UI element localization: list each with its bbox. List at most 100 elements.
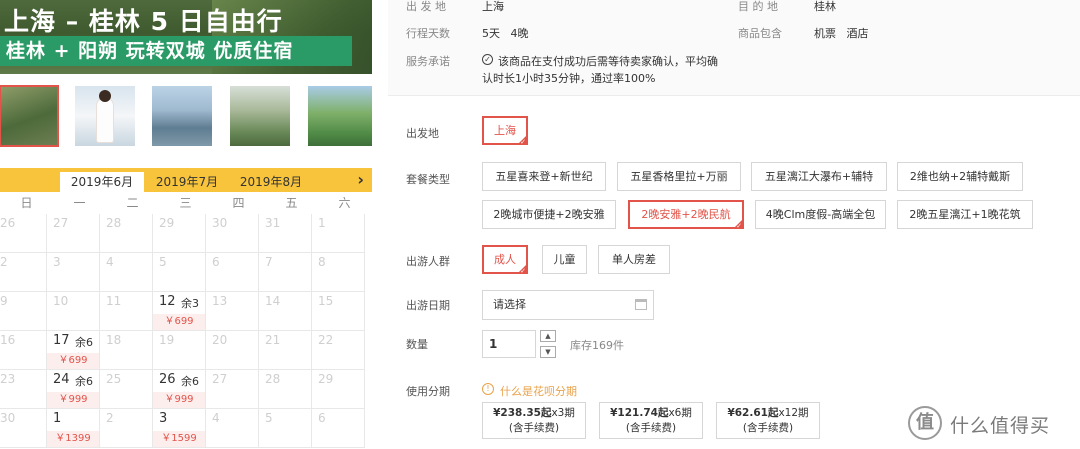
calendar-day-number: 29	[159, 216, 175, 230]
calendar-day-number: 27	[53, 216, 69, 230]
calendar-day-cell: 4	[206, 409, 259, 448]
banner-subtitle: 桂林 + 阳朔 玩转双城 优质住宿	[0, 36, 352, 66]
calendar-day-cell: 6	[312, 409, 365, 448]
installment-field-label: 使用分期	[406, 385, 450, 398]
calendar-day-number: 8	[318, 255, 326, 269]
calendar-day-price: ￥999	[153, 392, 205, 408]
calendar-day-price: ￥999	[47, 392, 99, 408]
traveler-option-child[interactable]: 儿童	[542, 245, 587, 274]
calendar-day-number: 1	[53, 411, 62, 426]
watermark-text: 什么值得买	[950, 415, 1051, 437]
calendar-day-number: 16	[0, 333, 16, 347]
weekday-label: 一	[73, 196, 86, 210]
weekday-label: 三	[179, 196, 192, 210]
package-option-6-label: 2晚安雅+2晚民航	[641, 208, 731, 221]
package-option-5[interactable]: 2晚城市便捷+2晚安雅	[482, 200, 616, 229]
package-option-6[interactable]: 2晚安雅+2晚民航 ✓	[628, 200, 744, 230]
package-option-2[interactable]: 五星香格里拉+万丽	[617, 162, 741, 191]
package-field-label: 套餐类型	[406, 173, 450, 186]
installment-plan-6[interactable]: ¥121.74起x6期 (含手续费)	[599, 402, 703, 439]
quantity-input[interactable]: 1	[482, 330, 536, 358]
calendar-icon[interactable]	[635, 299, 647, 310]
calendar-day-cell: 31	[259, 214, 312, 253]
calendar-day-number: 13	[212, 294, 228, 308]
calendar-day-number: 30	[212, 216, 228, 230]
calendar-day-cell: 16	[0, 331, 47, 370]
calendar-day-cell: 26	[0, 214, 47, 253]
departure-info-label: 出 发 地	[406, 0, 446, 13]
thumbnail-woman-beach[interactable]	[75, 86, 135, 146]
calendar-day-cell[interactable]: 17余6件￥699	[47, 331, 100, 370]
calendar-day-cell: 10	[47, 292, 100, 331]
calendar-day-cell[interactable]: 26余6件￥999	[153, 370, 206, 409]
thumbnail-karst-village[interactable]	[0, 85, 59, 147]
thumbnail-li-river[interactable]	[152, 86, 212, 146]
calendar-day-cell: 5	[259, 409, 312, 448]
tab-month-august[interactable]: 2019年8月	[230, 172, 312, 192]
calendar-day-cell: 4	[100, 253, 153, 292]
calendar-day-number: 17	[53, 333, 70, 348]
calendar-day-number: 3	[53, 255, 61, 269]
calendar-day-cell: 14	[259, 292, 312, 331]
calendar-day-cell: 29	[312, 370, 365, 409]
installment-plan-6-fee: (含手续费)	[625, 422, 677, 434]
calendar-day-number: 2	[106, 411, 114, 425]
installment-plan-3-price: ¥238.35起	[493, 407, 552, 419]
calendar-day-number: 15	[318, 294, 334, 308]
package-option-3[interactable]: 五星漓江大瀑布+辅特	[751, 162, 887, 191]
calendar-day-number: 31	[265, 216, 281, 230]
installment-plan-12-price: ¥62.61起	[727, 407, 779, 419]
calendar-day-number: 21	[265, 333, 281, 347]
calendar-day-cell: 19	[153, 331, 206, 370]
calendar-day-cell: 9	[0, 292, 47, 331]
days-info-label: 行程天数	[406, 27, 450, 40]
calendar-day-cell: 28	[259, 370, 312, 409]
calendar-day-number: 9	[0, 294, 8, 308]
installment-plan-3[interactable]: ¥238.35起x3期 (含手续费)	[482, 402, 586, 439]
installment-plan-6-amount: ¥121.74起x6期	[600, 406, 702, 421]
calendar-day-cell: 27	[206, 370, 259, 409]
calendar-day-cell[interactable]: 3 ￥1599	[153, 409, 206, 448]
calendar-day-cell: 2	[100, 409, 153, 448]
installment-plan-3-fee: (含手续费)	[508, 422, 560, 434]
thumbnail-river-hills[interactable]	[308, 86, 372, 146]
quantity-decrease-icon[interactable]: ▼	[540, 346, 556, 358]
banner-title: 上海 – 桂林 5 日自由行	[4, 7, 283, 36]
chevron-right-icon[interactable]: ›	[357, 168, 364, 192]
thumbnail-fisherman[interactable]	[230, 86, 290, 146]
installment-plan-12[interactable]: ¥62.61起x12期 (含手续费)	[716, 402, 820, 439]
thumbnail-figure	[97, 98, 113, 142]
calendar-day-number: 20	[212, 333, 228, 347]
tab-month-june[interactable]: 2019年6月	[60, 172, 144, 192]
departure-info-value: 上海	[482, 0, 504, 13]
weekday-label: 六	[338, 196, 351, 210]
calendar-month-bar: 2019年6月 2019年7月 2019年8月 ›	[0, 168, 372, 192]
promise-text-line2: 认时长1小时35分钟，通过率100%	[482, 72, 656, 85]
tab-month-july[interactable]: 2019年7月	[146, 172, 228, 192]
calendar-day-number: 12	[159, 294, 176, 309]
calendar-day-number: 26	[159, 372, 176, 387]
travel-date-input[interactable]: 请选择	[482, 290, 654, 320]
traveler-option-single-room[interactable]: 单人房差	[598, 245, 670, 274]
installment-plan-12-fee: (含手续费)	[742, 422, 794, 434]
departure-option-shanghai[interactable]: 上海 ✓	[482, 116, 528, 146]
package-option-4[interactable]: 2维也纳+2辅特戴斯	[897, 162, 1023, 191]
calendar-day-number: 4	[106, 255, 114, 269]
watermark-logo: 值	[908, 406, 942, 440]
destination-info-value: 桂林	[814, 0, 836, 13]
calendar-day-cell[interactable]: 12余3件￥699	[153, 292, 206, 331]
traveler-option-adult[interactable]: 成人 ✓	[482, 245, 528, 275]
quantity-increase-icon[interactable]: ▲	[540, 330, 556, 342]
calendar-day-cell: 29	[153, 214, 206, 253]
selected-check-icon: ✓	[736, 222, 742, 230]
package-option-1[interactable]: 五星喜来登+新世纪	[482, 162, 606, 191]
installment-help-link[interactable]: 什么是花呗分期	[500, 383, 577, 399]
calendar-day-cell[interactable]: 1 ￥1399	[47, 409, 100, 448]
installment-plan-12-amount: ¥62.61起x12期	[717, 406, 819, 421]
calendar-day-number: 22	[318, 333, 334, 347]
destination-info-label: 目 的 地	[738, 0, 778, 13]
calendar-day-cell[interactable]: 24余6件￥999	[47, 370, 100, 409]
includes-info-label: 商品包含	[738, 27, 782, 40]
package-option-7[interactable]: 4晚Clm度假-高端全包	[755, 200, 886, 229]
package-option-8[interactable]: 2晚五星漓江+1晚花筑	[897, 200, 1033, 229]
